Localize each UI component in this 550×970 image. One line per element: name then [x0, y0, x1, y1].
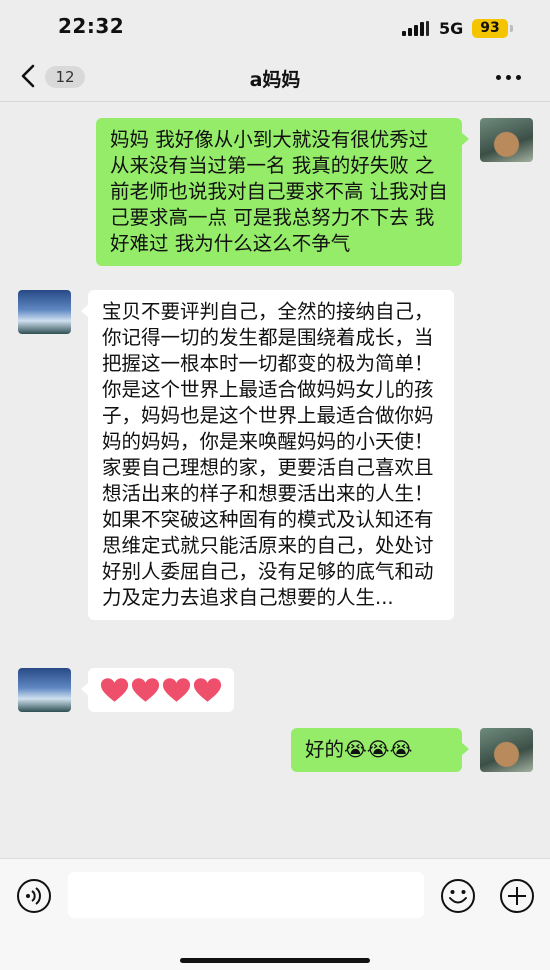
- emoji-icon[interactable]: [440, 878, 476, 914]
- message-input[interactable]: [68, 872, 424, 918]
- home-indicator[interactable]: [180, 958, 370, 963]
- heart-emoji-message[interactable]: [81, 668, 234, 712]
- battery-indicator: 93: [472, 19, 508, 38]
- contact-avatar[interactable]: [18, 290, 71, 334]
- network-label: 5G: [439, 19, 464, 38]
- status-time: 22:32: [58, 14, 125, 38]
- message-bubble-sent[interactable]: 好的😭😭😭: [291, 728, 469, 772]
- chat-header: 12 a妈妈: [0, 52, 550, 102]
- input-bar: [0, 858, 550, 970]
- battery-tip: [510, 25, 513, 32]
- signal-icon: [402, 21, 432, 36]
- my-avatar[interactable]: [480, 118, 533, 162]
- message-bubble-sent[interactable]: 妈妈 我好像从小到大就没有很优秀过 从来没有当过第一名 我真的好失败 之前老师也…: [96, 118, 469, 266]
- voice-icon[interactable]: [16, 878, 52, 914]
- my-avatar[interactable]: [480, 728, 533, 772]
- status-bar: 22:32 5G 93: [0, 0, 550, 52]
- chat-title: a妈妈: [249, 69, 301, 91]
- plus-icon[interactable]: [499, 878, 535, 914]
- heart-icon: [193, 678, 222, 702]
- more-icon[interactable]: [494, 74, 524, 82]
- heart-icon: [131, 678, 160, 702]
- heart-icon: [162, 678, 191, 702]
- heart-icon: [100, 678, 129, 702]
- message-bubble-received[interactable]: 宝贝不要评判自己，全然的接纳自己，你记得一切的发生都是围绕着成长，当把握这一根本…: [81, 290, 454, 620]
- message-list[interactable]: 妈妈 我好像从小到大就没有很优秀过 从来没有当过第一名 我真的好失败 之前老师也…: [0, 103, 550, 858]
- contact-avatar[interactable]: [18, 668, 71, 712]
